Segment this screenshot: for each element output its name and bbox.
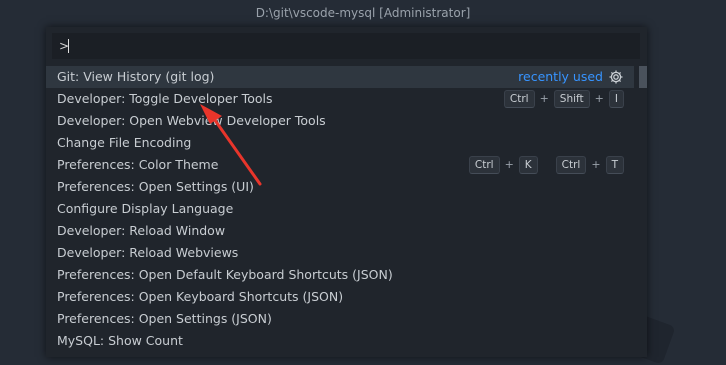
keycap: Ctrl [468, 156, 500, 174]
keycap: Shift [553, 90, 590, 108]
key-separator: + [539, 92, 549, 105]
scrollbar[interactable] [639, 66, 647, 352]
command-label: Change File Encoding [57, 135, 192, 150]
command-label: Configure Display Language [57, 201, 234, 216]
list-item[interactable]: Change File Encoding [46, 132, 634, 154]
command-label: Git: View History (git log) [57, 69, 215, 84]
list-item[interactable]: Git: View History (git log) recently use… [46, 66, 634, 88]
list-item[interactable]: Preferences: Open Keyboard Shortcuts (JS… [46, 286, 634, 308]
command-label: Preferences: Open Default Keyboard Short… [57, 267, 393, 282]
command-input[interactable] [53, 34, 639, 58]
list-item[interactable]: Developer: Reload Webviews [46, 242, 634, 264]
command-label: Preferences: Open Settings (UI) [57, 179, 254, 194]
command-label: Developer: Toggle Developer Tools [57, 91, 273, 106]
command-label: Developer: Reload Webviews [57, 245, 239, 260]
command-label: Preferences: Open Keyboard Shortcuts (JS… [57, 289, 344, 304]
command-label: MySQL: Show Count [57, 333, 183, 348]
key-separator: + [594, 92, 604, 105]
keycap: T [605, 156, 624, 174]
list-item[interactable]: Developer: Reload Window [46, 220, 634, 242]
key-separator: + [504, 158, 514, 171]
key-separator: + [591, 158, 601, 171]
text-caret [68, 39, 69, 53]
recently-used-label: recently used [518, 69, 603, 84]
keycap: Ctrl [555, 156, 587, 174]
command-label: Developer: Open Webview Developer Tools [57, 113, 326, 128]
command-palette: Git: View History (git log) recently use… [46, 27, 647, 357]
command-list: Git: View History (git log) recently use… [46, 66, 634, 352]
list-item[interactable]: Preferences: Open Settings (UI) [46, 176, 634, 198]
command-label: Developer: Reload Window [57, 223, 226, 238]
window-title: D:\git\vscode-mysql [Administrator] [0, 0, 726, 26]
gear-icon[interactable] [608, 69, 624, 85]
keycap: Ctrl [503, 90, 535, 108]
command-label: Preferences: Open Settings (JSON) [57, 311, 272, 326]
scrollbar-thumb[interactable] [639, 66, 647, 88]
keycap: K [518, 156, 538, 174]
list-item[interactable]: Preferences: Open Settings (JSON) [46, 308, 634, 330]
row-meta: recently used [518, 66, 624, 88]
list-item[interactable]: Developer: Open Webview Developer Tools [46, 110, 634, 132]
list-item[interactable]: Preferences: Open Default Keyboard Short… [46, 264, 634, 286]
list-item[interactable]: Preferences: Color Theme Ctrl + K Ctrl +… [46, 154, 634, 176]
list-item[interactable]: Configure Display Language [46, 198, 634, 220]
command-label: Preferences: Color Theme [57, 157, 219, 172]
command-input-box[interactable] [52, 33, 640, 59]
keybinding: Ctrl + K Ctrl + T [468, 154, 624, 176]
keybinding: Ctrl + Shift + I [503, 88, 624, 110]
keycap: I [608, 90, 624, 108]
list-item[interactable]: Developer: Toggle Developer Tools Ctrl +… [46, 88, 634, 110]
